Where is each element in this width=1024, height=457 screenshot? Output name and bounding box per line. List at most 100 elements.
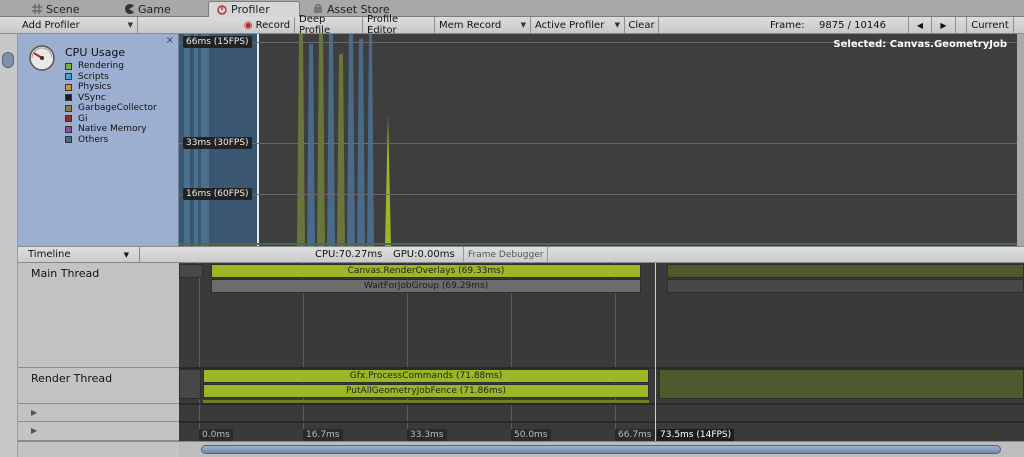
profiler-toolbar: Add Profiler ▼ ◉ Record Deep Profile Pro…	[0, 14, 1024, 36]
thread-group-collapsed-1[interactable]: ▶	[18, 404, 179, 422]
timeline-view[interactable]: Canvas.RenderOverlays (69.33ms) WaitForJ…	[179, 263, 1024, 441]
legend-item-others[interactable]: Others	[65, 135, 157, 146]
gpu-time-stat: GPU:0.00ms	[393, 249, 455, 260]
view-mode-dropdown[interactable]: Timeline ▼	[18, 247, 140, 262]
tab-scene[interactable]: Scene	[24, 1, 88, 17]
sample-bar-putallgeometryjobfence[interactable]: PutAllGeometryJobFence (71.86ms)	[203, 384, 649, 398]
sample-bar-waitforjobgroup[interactable]: WaitForJobGroup (69.29ms)	[211, 279, 641, 293]
legend-swatch	[65, 125, 72, 133]
add-profiler-dropdown[interactable]: Add Profiler ▼	[18, 17, 138, 33]
cpu-usage-title: CPU Usage	[65, 46, 126, 59]
legend-label: Gi	[78, 113, 88, 124]
thread-label-render: Render Thread	[18, 368, 179, 404]
legend-label: GarbageCollector	[78, 103, 157, 114]
legend-item-gi[interactable]: Gi	[65, 114, 157, 125]
clear-button[interactable]: Clear	[625, 17, 659, 33]
legend-label: Native Memory	[78, 124, 147, 135]
cpu-time-stat: CPU:70.27ms	[315, 249, 383, 260]
time-ruler-label: 0.0ms	[199, 429, 233, 441]
view-mode-label: Timeline	[28, 249, 71, 260]
main-thread-label: Main Thread	[31, 267, 100, 280]
legend-item-garbage-collector[interactable]: GarbageCollector	[65, 103, 157, 114]
y-marker-33ms: 33ms (30FPS)	[183, 137, 252, 149]
prev-frame-button[interactable]: ◀	[908, 17, 932, 33]
thread-label-main: Main Thread	[18, 263, 179, 368]
horizontal-scrollbar[interactable]	[179, 441, 1024, 457]
cpu-usage-graph[interactable]: 66ms (15FPS) 33ms (30FPS) 16ms (60FPS) S…	[179, 34, 1017, 246]
frame-debugger-button[interactable]: Frame Debugger	[463, 247, 549, 262]
profile-editor-label: Profile Editor	[367, 14, 399, 36]
dropdown-arrow-icon: ▼	[127, 21, 133, 29]
frame-label: Frame:	[770, 19, 805, 31]
cpu-usage-panel[interactable]: CPU Usage × Rendering Scripts Physics VS…	[18, 34, 179, 246]
y-marker-66ms: 66ms (15FPS)	[183, 36, 252, 48]
sample-bar-canvas-renderoverlays[interactable]: Canvas.RenderOverlays (69.33ms)	[211, 264, 641, 278]
legend-item-physics[interactable]: Physics	[65, 82, 157, 93]
legend-item-native-memory[interactable]: Native Memory	[65, 124, 157, 135]
expand-triangle-icon: ▶	[31, 408, 38, 417]
dropdown-arrow-icon: ▼	[520, 21, 526, 29]
legend-label: VSync	[78, 92, 106, 103]
pacman-icon	[124, 4, 134, 14]
render-thread-label: Render Thread	[31, 372, 113, 385]
legend-swatch	[65, 115, 72, 123]
legend-label: Scripts	[78, 71, 109, 82]
mem-record-label: Mem Record	[439, 19, 502, 31]
sample-bar-previous[interactable]	[179, 264, 203, 278]
profile-editor-button[interactable]: Profile Editor	[363, 14, 435, 36]
tab-game[interactable]: Game	[116, 1, 179, 17]
horizontal-scroll-thumb[interactable]	[201, 445, 1001, 454]
record-icon: ◉	[243, 19, 253, 31]
record-button[interactable]: ◉ Record	[240, 17, 295, 33]
current-label: Current	[971, 19, 1009, 31]
legend-item-vsync[interactable]: VSync	[65, 93, 157, 104]
next-arrow-icon: ▶	[940, 20, 947, 30]
y-marker-16ms: 16ms (60FPS)	[183, 188, 252, 200]
legend-label: Physics	[78, 82, 112, 93]
legend-item-scripts[interactable]: Scripts	[65, 72, 157, 83]
left-scroll-strip	[0, 34, 18, 457]
vertical-scroll-thumb[interactable]	[2, 52, 14, 68]
legend-label: Rendering	[78, 61, 124, 72]
deep-profile-button[interactable]: Deep Profile	[295, 14, 363, 36]
thread-separator	[179, 403, 1024, 405]
sample-bar-next-frame-wait[interactable]	[667, 279, 1024, 293]
record-label: Record	[255, 19, 291, 31]
prev-arrow-icon: ◀	[916, 20, 924, 30]
grid-icon	[32, 4, 42, 14]
time-ruler-label: 50.0ms	[511, 429, 551, 441]
dropdown-arrow-icon: ▼	[123, 250, 129, 259]
sample-bar-gfx-processcommands[interactable]: Gfx.ProcessCommands (71.88ms)	[203, 369, 649, 383]
timeline-header-bar: Timeline ▼ CPU:70.27ms GPU:0.00ms Frame …	[18, 246, 1024, 263]
legend-item-rendering[interactable]: Rendering	[65, 61, 157, 72]
profiler-icon	[217, 4, 227, 15]
time-ruler-label: 16.7ms	[303, 429, 343, 441]
thread-separator	[179, 421, 1024, 423]
graph-gridline-33ms	[179, 143, 1017, 144]
frame-end-marker	[655, 263, 656, 441]
sample-bar-next-frame[interactable]	[667, 264, 1024, 278]
cpu-legend: Rendering Scripts Physics VSync GarbageC…	[65, 61, 157, 145]
active-profiler-dropdown[interactable]: Active Profiler ▼	[531, 17, 625, 33]
deep-profile-label: Deep Profile	[299, 14, 331, 36]
mem-record-dropdown[interactable]: Mem Record ▼	[435, 17, 531, 33]
render-bar-previous[interactable]	[179, 369, 201, 399]
graph-right-edge	[1017, 34, 1024, 246]
time-ruler-label: 66.7ms	[615, 429, 655, 441]
tab-scene-label: Scene	[46, 2, 80, 16]
frame-duration-label: 73.5ms (14FPS)	[657, 429, 735, 441]
dropdown-arrow-icon: ▼	[614, 21, 620, 29]
clear-label: Clear	[628, 19, 655, 31]
current-frame-button[interactable]: Current	[966, 17, 1014, 33]
scroll-left-filler	[18, 441, 179, 457]
render-bar-next-frame[interactable]	[659, 369, 1024, 399]
next-frame-button[interactable]: ▶	[932, 17, 956, 33]
tab-profiler[interactable]: Profiler	[208, 1, 300, 17]
close-icon[interactable]: ×	[166, 35, 174, 46]
tab-game-label: Game	[138, 2, 171, 16]
add-profiler-label: Add Profiler	[22, 19, 80, 31]
legend-swatch	[65, 62, 72, 70]
tab-profiler-label: Profiler	[231, 3, 270, 16]
legend-label: Others	[78, 134, 109, 145]
thread-group-collapsed-2[interactable]: ▶	[18, 422, 179, 441]
